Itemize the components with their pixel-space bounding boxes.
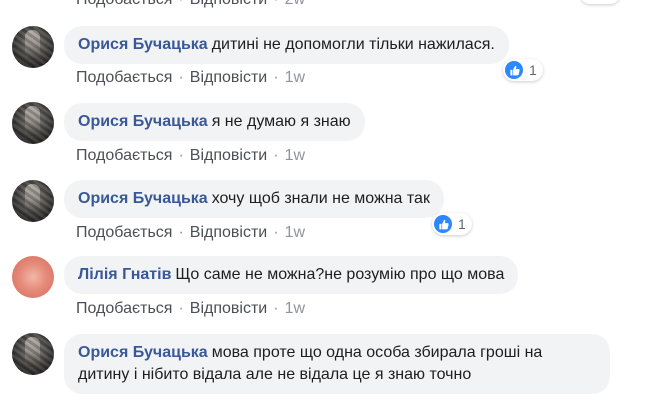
- comment-bubble: Лілія Гнатів Що саме не можна?не розумію …: [64, 256, 519, 294]
- separator-dot: ·: [178, 300, 184, 317]
- comment-bubble: Орися Бучацька хочу щоб знали не можна та…: [64, 180, 444, 218]
- reply-link[interactable]: Відповісти: [190, 300, 267, 317]
- reaction-count[interactable]: 1: [503, 59, 543, 81]
- like-reaction-icon: [434, 215, 452, 233]
- separator-dot: ·: [178, 0, 183, 8]
- like-link[interactable]: Подобається: [76, 147, 172, 164]
- like-link[interactable]: Подобається: [76, 300, 172, 317]
- reaction-count[interactable]: [580, 0, 620, 4]
- reply-link[interactable]: Відповісти: [190, 224, 267, 241]
- comment-actions: Подобається · Відповісти · 1w: [76, 223, 305, 243]
- comment-actions: Подобається · Відповісти · 2w: [76, 0, 305, 10]
- comment-bubble: Орися Бучацька мова проте що одна особа з…: [64, 334, 610, 394]
- comment-author[interactable]: Орися Бучацька: [78, 113, 208, 130]
- reply-link[interactable]: Відповісти: [190, 147, 267, 164]
- like-link[interactable]: Подобається: [76, 0, 172, 8]
- separator-dot: ·: [178, 147, 184, 164]
- comment-text: хочу щоб знали не можна так: [211, 190, 430, 207]
- separator-dot: ·: [273, 147, 279, 164]
- comment-actions: Подобається · Відповісти · 1w: [76, 146, 305, 166]
- avatar[interactable]: [12, 256, 54, 298]
- reaction-count[interactable]: 1: [432, 213, 472, 235]
- like-link[interactable]: Подобається: [76, 224, 172, 241]
- comment-actions: Подобається · Відповісти · 1w: [76, 68, 305, 88]
- separator-dot: ·: [273, 224, 279, 241]
- comment-time[interactable]: 1w: [285, 69, 305, 86]
- comment-text: я не думаю я знаю: [211, 113, 351, 130]
- comment-time[interactable]: 1w: [285, 147, 305, 164]
- comment-author[interactable]: Орися Бучацька: [78, 344, 208, 361]
- comment-bubble: Орися Бучацька дитині не допомогли тільки…: [64, 26, 509, 64]
- reaction-number: 1: [458, 216, 466, 232]
- avatar[interactable]: [12, 102, 54, 144]
- avatar[interactable]: [12, 180, 54, 222]
- comment-text: Що саме не можна?не розумію про що мова: [175, 266, 505, 283]
- separator-dot: ·: [273, 0, 278, 8]
- comment-text: дитині не допомогли тільки нажилася.: [211, 36, 495, 53]
- reaction-number: 1: [529, 62, 537, 78]
- like-reaction-icon: [505, 61, 523, 79]
- comment-time[interactable]: 1w: [285, 224, 305, 241]
- avatar[interactable]: [12, 26, 54, 68]
- comment-author[interactable]: Орися Бучацька: [78, 190, 208, 207]
- comment-time[interactable]: 2w: [285, 0, 305, 8]
- comment-author[interactable]: Лілія Гнатів: [78, 266, 171, 283]
- separator-dot: ·: [273, 300, 279, 317]
- reply-link[interactable]: Відповісти: [190, 69, 267, 86]
- like-link[interactable]: Подобається: [76, 69, 172, 86]
- reply-link[interactable]: Відповісти: [190, 0, 267, 8]
- avatar[interactable]: [12, 333, 54, 375]
- separator-dot: ·: [178, 69, 184, 86]
- separator-dot: ·: [273, 69, 279, 86]
- comment-bubble: Орися Бучацька я не думаю я знаю: [64, 103, 365, 141]
- separator-dot: ·: [178, 224, 184, 241]
- comment-actions: Подобається · Відповісти · 1w: [76, 299, 305, 319]
- comment-time[interactable]: 1w: [285, 300, 305, 317]
- comment-author[interactable]: Орися Бучацька: [78, 36, 208, 53]
